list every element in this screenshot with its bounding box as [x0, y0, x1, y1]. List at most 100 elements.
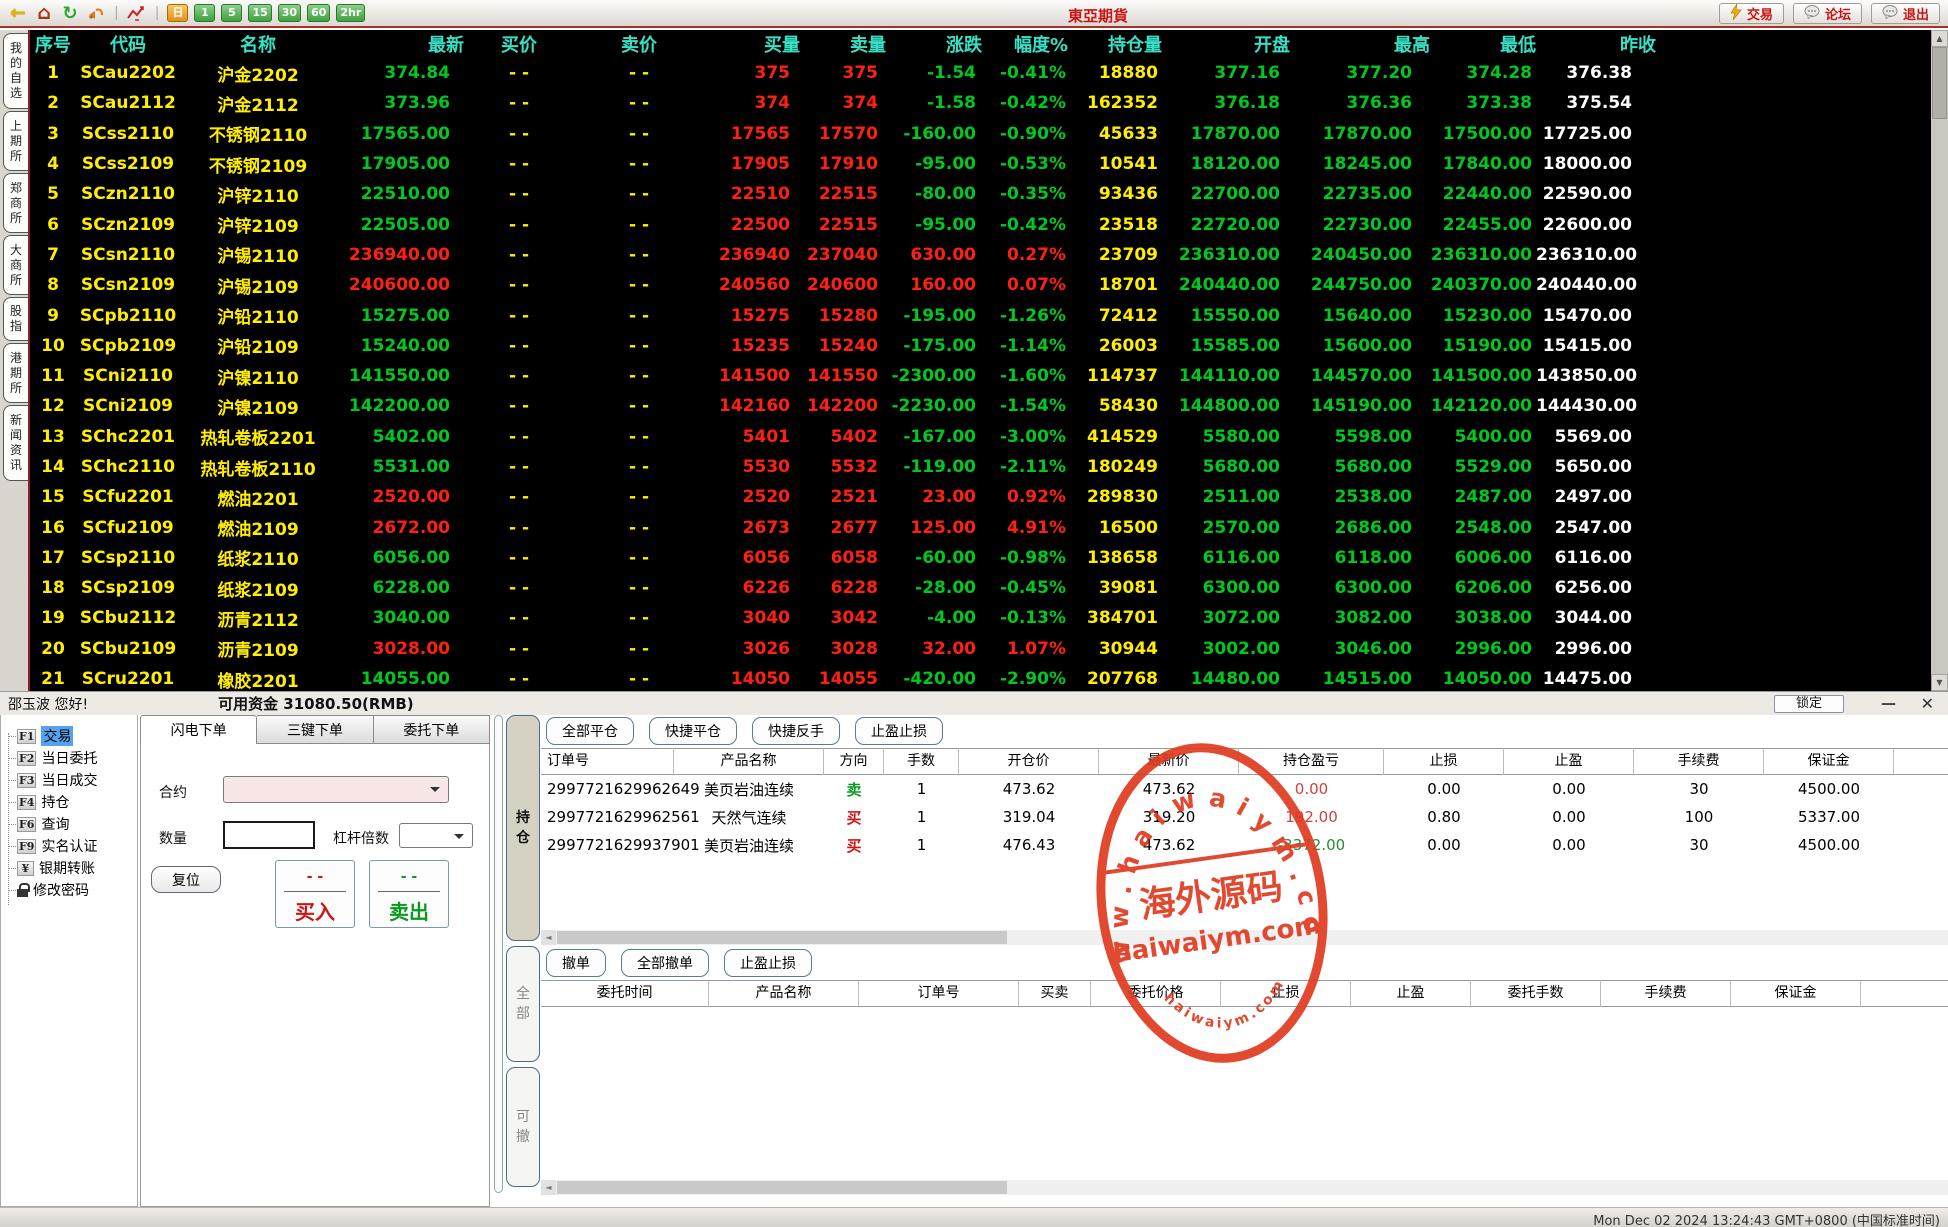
positions-column-7[interactable]: 止损 [1384, 748, 1504, 775]
orders-h-scrollbar[interactable]: ◄ [541, 1180, 1948, 1195]
market-row-11[interactable]: 11SCni2110沪镍2110141550.00- -- -141500141… [30, 361, 1931, 391]
orders-button-3[interactable]: 止盈止损 [724, 949, 812, 977]
exchange-tab-5[interactable]: 股指 [3, 297, 28, 341]
orders-column-4[interactable]: 委托价格 [1091, 980, 1221, 1007]
orders-column-7[interactable]: 委托手数 [1471, 980, 1601, 1007]
period-button-30[interactable]: 30 [278, 4, 301, 22]
market-row-14[interactable]: 14SChc2110热轧卷板21105531.00- -- -55305532-… [30, 452, 1931, 482]
column-header-11[interactable]: 开盘 [1162, 31, 1290, 57]
orders-column-6[interactable]: 止盈 [1351, 980, 1471, 1007]
positions-button-3[interactable]: 快捷反手 [752, 717, 840, 745]
position-row[interactable]: 2997721629962561天然气连续买1319.04319.20192.0… [541, 803, 1948, 831]
close-icon[interactable]: ✕ [1921, 694, 1934, 713]
column-header-9[interactable]: 幅度% [982, 31, 1068, 57]
nav-item-5[interactable]: F6查询 [1, 813, 137, 835]
column-header-1[interactable]: 代码 [76, 31, 180, 57]
column-header-8[interactable]: 涨跌 [886, 31, 982, 57]
back-icon[interactable]: ← [8, 3, 28, 23]
market-row-20[interactable]: 20SCbu2109沥青21093028.00- -- -3026302832.… [30, 634, 1931, 664]
market-row-19[interactable]: 19SCbu2112沥青21123040.00- -- -30403042-4.… [30, 603, 1931, 633]
period-button-2hr[interactable]: 2hr [336, 4, 365, 22]
column-header-10[interactable]: 持仓量 [1068, 31, 1162, 57]
market-row-4[interactable]: 4SCss2109不锈钢210917905.00- -- -1790517910… [30, 149, 1931, 179]
period-button-15[interactable]: 15 [248, 4, 271, 22]
exchange-tab-6[interactable]: 港期所 [3, 343, 28, 403]
positions-column-6[interactable]: 持仓盈亏 [1239, 748, 1384, 775]
column-header-0[interactable]: 序号 [30, 31, 76, 57]
refresh-icon[interactable]: ↻ [60, 3, 80, 23]
view-tab-可撤[interactable]: 可撤 [506, 1067, 540, 1187]
scroll-left-icon[interactable]: ◄ [541, 930, 556, 945]
orders-button-1[interactable]: 撤单 [546, 949, 606, 977]
positions-column-0[interactable]: 订单号 [541, 748, 674, 775]
orders-column-5[interactable]: 止损 [1221, 980, 1351, 1007]
order-tab-1[interactable]: 闪电下单 [140, 715, 257, 744]
market-row-9[interactable]: 9SCpb2110沪铅211015275.00- -- -1527515280-… [30, 300, 1931, 330]
column-header-3[interactable]: 最新 [336, 31, 464, 57]
nav-item-8[interactable]: 修改密码 [1, 879, 137, 901]
column-header-14[interactable]: 昨收 [1536, 31, 1656, 57]
period-button-1[interactable]: 1 [194, 4, 215, 22]
column-header-12[interactable]: 最高 [1290, 31, 1430, 57]
exchange-tab-1[interactable]: 我的自选 [3, 33, 28, 109]
orders-column-9[interactable]: 保证金 [1731, 980, 1861, 1007]
market-row-12[interactable]: 12SCni2109沪镍2109142200.00- -- -142160142… [30, 391, 1931, 421]
positions-button-2[interactable]: 快捷平仓 [649, 717, 737, 745]
column-header-7[interactable]: 卖量 [800, 31, 886, 57]
leverage-select[interactable] [399, 823, 473, 848]
horn-icon[interactable] [86, 3, 106, 23]
nav-item-6[interactable]: F9实名认证 [1, 835, 137, 857]
exchange-tab-3[interactable]: 郑商所 [3, 173, 28, 233]
orders-button-2[interactable]: 全部撤单 [621, 949, 709, 977]
exchange-tab-7[interactable]: 新闻资讯 [3, 405, 28, 481]
positions-column-3[interactable]: 手数 [884, 748, 959, 775]
chart-icon[interactable] [127, 3, 147, 23]
market-row-8[interactable]: 8SCsn2109沪锡2109240600.00- -- -2405602406… [30, 270, 1931, 300]
market-row-15[interactable]: 15SCfu2201燃油22012520.00- -- -2520252123.… [30, 482, 1931, 512]
column-header-2[interactable]: 名称 [180, 31, 336, 57]
column-header-6[interactable]: 买量 [704, 31, 800, 57]
orders-column-2[interactable]: 订单号 [859, 980, 1019, 1007]
period-button-5[interactable]: 5 [221, 4, 242, 22]
market-row-2[interactable]: 2SCau2112沪金2112373.96- -- -374374-1.58-0… [30, 88, 1931, 118]
orders-column-1[interactable]: 产品名称 [709, 980, 859, 1007]
minimize-icon[interactable]: — [1881, 694, 1896, 712]
buy-button[interactable]: - - 买入 [275, 860, 355, 928]
orders-column-8[interactable]: 手续费 [1601, 980, 1731, 1007]
market-vertical-scrollbar[interactable]: ▲ ▼ [1931, 30, 1948, 691]
nav-item-1[interactable]: F1交易 [1, 725, 137, 747]
trade-button[interactable]: 交易 [1719, 3, 1784, 24]
column-header-4[interactable]: 买价 [464, 31, 574, 57]
exit-button[interactable]: 退出 [1871, 3, 1940, 24]
positions-button-4[interactable]: 止盈止损 [855, 717, 943, 745]
view-tab-持仓[interactable]: 持仓 [506, 715, 540, 941]
market-row-7[interactable]: 7SCsn2110沪锡2110236940.00- -- -2369402370… [30, 240, 1931, 270]
reset-button[interactable]: 复位 [151, 866, 221, 893]
scroll-up-icon[interactable]: ▲ [1931, 30, 1948, 47]
lock-button[interactable]: 锁定 [1774, 695, 1844, 713]
position-row[interactable]: 2997721629937901美页岩油连续买1476.43473.62-337… [541, 831, 1948, 859]
positions-column-5[interactable]: 最新价 [1099, 748, 1239, 775]
period-button-60[interactable]: 60 [307, 4, 330, 22]
market-row-1[interactable]: 1SCau2202沪金2202374.84- -- -375375-1.54-0… [30, 58, 1931, 88]
positions-column-8[interactable]: 止盈 [1504, 748, 1634, 775]
position-row[interactable]: 2997721629962649美页岩油连续卖1473.62473.620.00… [541, 775, 1948, 803]
home-icon[interactable]: ⌂ [34, 3, 54, 23]
scroll-left-icon[interactable]: ◄ [541, 1180, 556, 1195]
market-row-6[interactable]: 6SCzn2109沪锌210922505.00- -- -2250022515-… [30, 209, 1931, 239]
column-header-5[interactable]: 卖价 [574, 31, 704, 57]
orders-column-0[interactable]: 委托时间 [541, 980, 709, 1007]
market-row-17[interactable]: 17SCsp2110纸浆21106056.00- -- -60566058-60… [30, 543, 1931, 573]
market-row-3[interactable]: 3SCss2110不锈钢211017565.00- -- -1756517570… [30, 119, 1931, 149]
positions-button-1[interactable]: 全部平仓 [546, 717, 634, 745]
market-row-21[interactable]: 21SCru2201橡胶220114055.00- -- -1405014055… [30, 664, 1931, 691]
order-tab-3[interactable]: 委托下单 [374, 715, 490, 744]
orders-column-3[interactable]: 买卖 [1019, 980, 1091, 1007]
scrollbar-thumb[interactable] [1932, 47, 1947, 119]
positions-column-10[interactable]: 保证金 [1764, 748, 1894, 775]
scroll-down-icon[interactable]: ▼ [1931, 674, 1948, 691]
scrollbar-thumb[interactable] [557, 931, 1007, 944]
nav-item-7[interactable]: ¥银期转账 [1, 857, 137, 879]
market-row-10[interactable]: 10SCpb2109沪铅210915240.00- -- -1523515240… [30, 331, 1931, 361]
nav-item-3[interactable]: F3当日成交 [1, 769, 137, 791]
